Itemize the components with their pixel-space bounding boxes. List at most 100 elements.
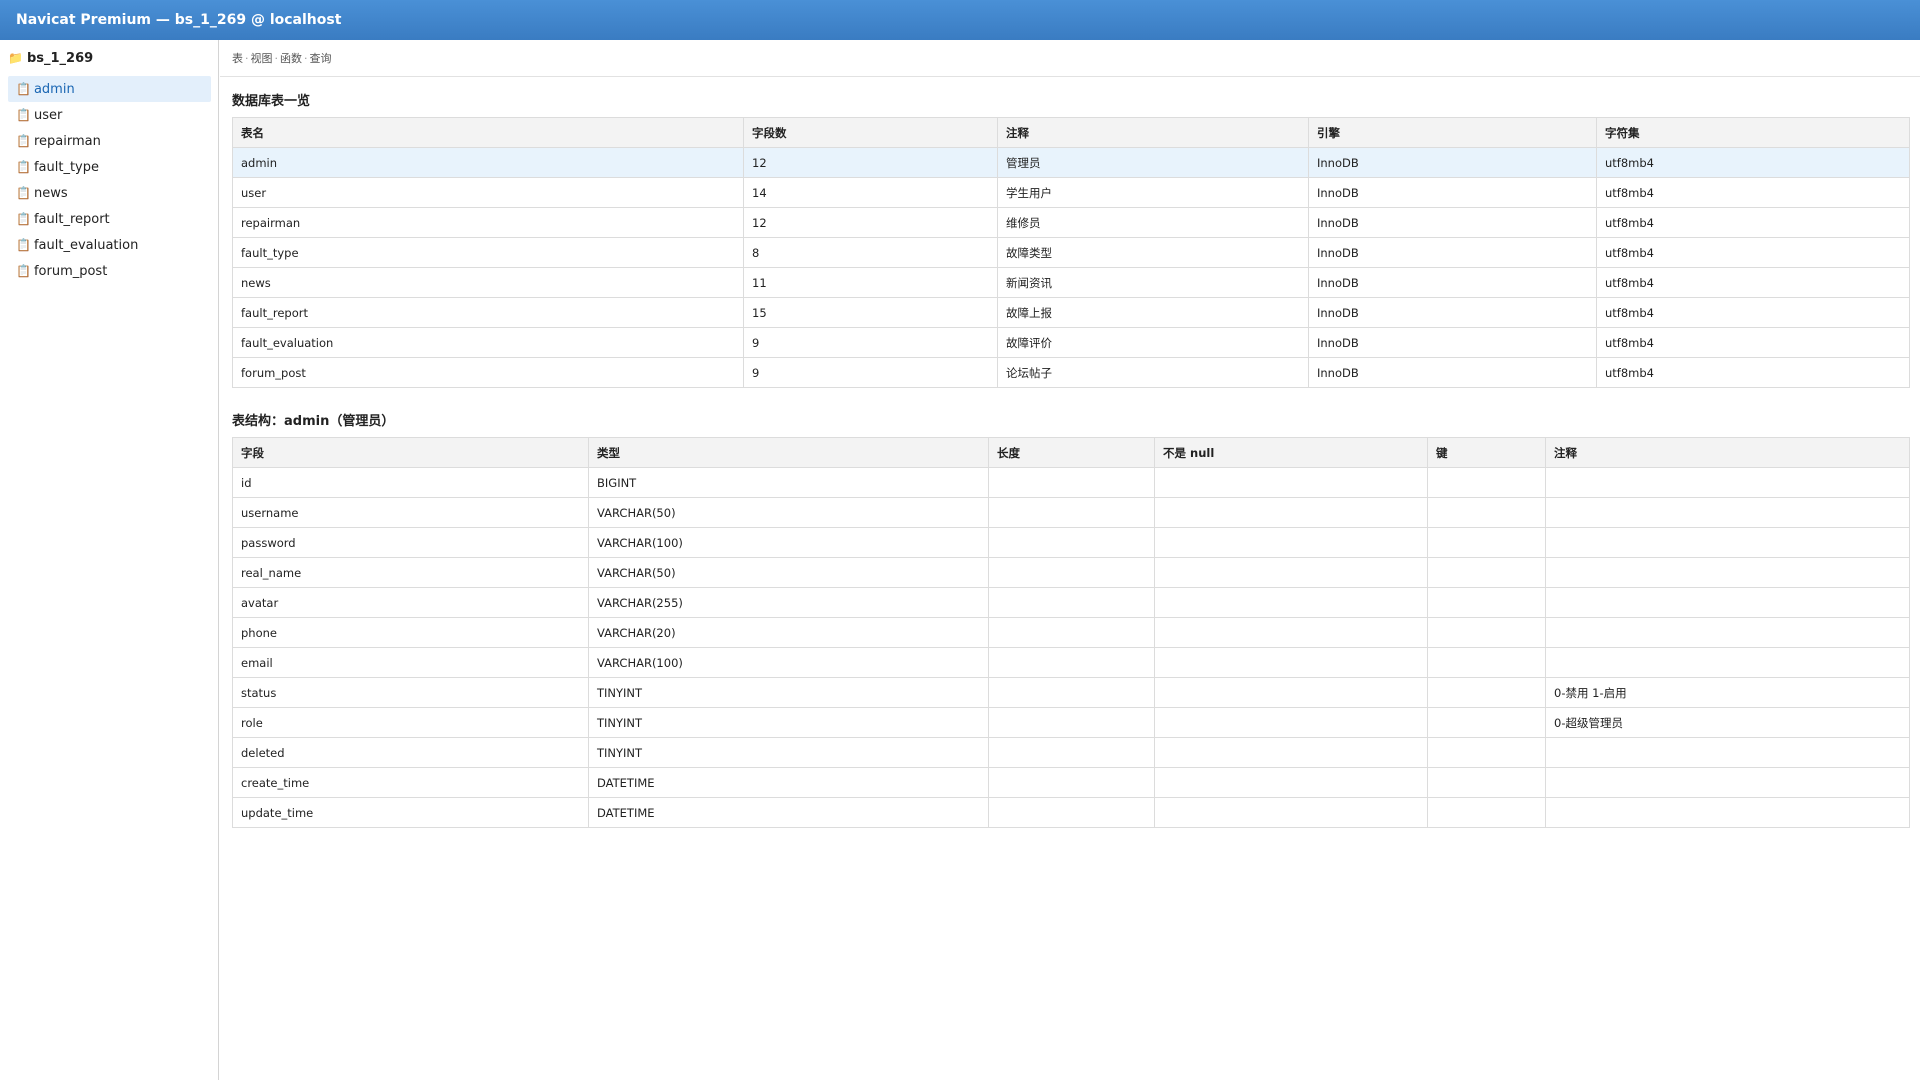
table-cell [1154,647,1428,678]
table-row[interactable]: fault_type 8 故障类型 InnoDB utf8mb4 [232,237,1910,268]
divider [220,76,1920,77]
table-row[interactable]: fault_report 15 故障上报 InnoDB utf8mb4 [232,297,1910,328]
table-cell: status [232,677,589,708]
table-cell: 8 [743,237,998,268]
table-cell: 故障类型 [997,237,1309,268]
sidebar-item-admin[interactable]: 📋 admin [8,76,211,102]
table-row[interactable]: news 11 新闻资讯 InnoDB utf8mb4 [232,267,1910,298]
table-icon: 📋 [16,108,31,122]
table-cell: 论坛帖子 [997,357,1309,388]
table-cell: 12 [743,147,998,178]
column-header[interactable]: 字段数 [743,117,998,148]
table-cell [1154,707,1428,738]
table-cell [1545,497,1910,528]
table-row[interactable]: phone VARCHAR(20) [232,617,1910,648]
table-cell [1427,557,1546,588]
table-cell: utf8mb4 [1596,267,1910,298]
table-row[interactable]: status TINYINT 0-禁用 1-启用 [232,677,1910,708]
sidebar-item-label: fault_type [33,159,99,175]
table-cell [1545,737,1910,768]
table-cell: BIGINT [588,467,989,498]
table-row[interactable]: real_name VARCHAR(50) [232,557,1910,588]
table-cell: InnoDB [1308,237,1597,268]
table-cell [1427,497,1546,528]
table-cell [1154,767,1428,798]
window-title: Navicat Premium — bs_1_269 @ localhost [16,12,342,28]
database-node[interactable]: 📁 bs_1_269 [8,48,93,68]
table-cell [988,467,1155,498]
table-cell: 0-超级管理员 [1545,707,1910,738]
sidebar: 📁 bs_1_269 📋 admin 📋 user 📋 repairman 📋 fault_t… [0,40,219,1080]
table-icon: 📋 [16,134,31,148]
breadcrumb: 表 · 视图 · 函数 · 查询 [232,50,332,66]
table-cell: phone [232,617,589,648]
breadcrumb-link[interactable]: 查询 [310,52,332,65]
sidebar-item-fault-type[interactable]: 📋 fault_type [8,154,211,180]
table-icon: 📋 [16,186,31,200]
table-row[interactable]: password VARCHAR(100) [232,527,1910,558]
table-cell: utf8mb4 [1596,177,1910,208]
sidebar-item-news[interactable]: 📋 news [8,180,211,206]
table-cell: VARCHAR(100) [588,647,989,678]
table-cell [1427,707,1546,738]
table-row[interactable]: role TINYINT 0-超级管理员 [232,707,1910,738]
table-cell [1427,767,1546,798]
table-cell: DATETIME [588,797,989,828]
breadcrumb-separator: · [274,52,279,65]
table-icon: 📋 [16,82,31,96]
table-cell: real_name [232,557,589,588]
table-cell [1427,647,1546,678]
sidebar-item-fault-evaluation[interactable]: 📋 fault_evaluation [8,232,211,258]
column-header[interactable]: 字段 [232,437,589,468]
table-cell [988,737,1155,768]
table-cell: fault_type [232,237,744,268]
table-row[interactable]: create_time DATETIME [232,767,1910,798]
table-row[interactable]: avatar VARCHAR(255) [232,587,1910,618]
table-row[interactable]: username VARCHAR(50) [232,497,1910,528]
column-header[interactable]: 引擎 [1308,117,1597,148]
sidebar-item-label: fault_evaluation [33,237,139,253]
column-header[interactable]: 长度 [988,437,1155,468]
table-row[interactable]: user 14 学生用户 InnoDB utf8mb4 [232,177,1910,208]
sidebar-item-forum-post[interactable]: 📋 forum_post [8,258,211,284]
table-cell: InnoDB [1308,147,1597,178]
table-cell [1154,737,1428,768]
column-header[interactable]: 字符集 [1596,117,1910,148]
table-cell: 0-禁用 1-启用 [1545,677,1910,708]
table-row[interactable]: update_time DATETIME [232,797,1910,828]
table-cell: InnoDB [1308,297,1597,328]
table-row[interactable]: fault_evaluation 9 故障评价 InnoDB utf8mb4 [232,327,1910,358]
column-header[interactable]: 类型 [588,437,989,468]
sidebar-item-repairman[interactable]: 📋 repairman [8,128,211,154]
column-header[interactable]: 键 [1427,437,1546,468]
table-cell [1427,677,1546,708]
table-row[interactable]: repairman 12 维修员 InnoDB utf8mb4 [232,207,1910,238]
column-header[interactable]: 不是 null [1154,437,1428,468]
column-header[interactable]: 注释 [997,117,1309,148]
table-cell: user [232,177,744,208]
breadcrumb-link[interactable]: 表 [232,52,243,65]
tables-overview-table: 表名 字段数 注释 引擎 字符集 admin 12 管理员 InnoDB utf8mb4 user… [232,117,1910,388]
table-row[interactable]: id BIGINT [232,467,1910,498]
breadcrumb-link[interactable]: 视图 [251,52,273,65]
table-cell: role [232,707,589,738]
structure-table: 字段 类型 长度 不是 null 键注释 id BIGINT username VARCHAR… [232,437,1910,828]
sidebar-item-user[interactable]: 📋 user [8,102,211,128]
table-cell [988,677,1155,708]
breadcrumb-link[interactable]: 函数 [280,52,302,65]
table-cell: TINYINT [588,707,989,738]
table-row[interactable]: deleted TINYINT [232,737,1910,768]
table-row[interactable]: admin 12 管理员 InnoDB utf8mb4 [232,147,1910,178]
table-row[interactable]: email VARCHAR(100) [232,647,1910,678]
table-cell: utf8mb4 [1596,237,1910,268]
table-cell [1427,527,1546,558]
column-header[interactable]: 表名 [232,117,744,148]
table-row[interactable]: forum_post 9 论坛帖子 InnoDB utf8mb4 [232,357,1910,388]
table-cell: avatar [232,587,589,618]
table-cell: repairman [232,207,744,238]
window-title-bar: Navicat Premium — bs_1_269 @ localhost [0,0,1920,40]
sidebar-item-fault-report[interactable]: 📋 fault_report [8,206,211,232]
column-header[interactable]: 注释 [1545,437,1910,468]
table-icon: 📋 [16,212,31,226]
table-cell: VARCHAR(255) [588,587,989,618]
